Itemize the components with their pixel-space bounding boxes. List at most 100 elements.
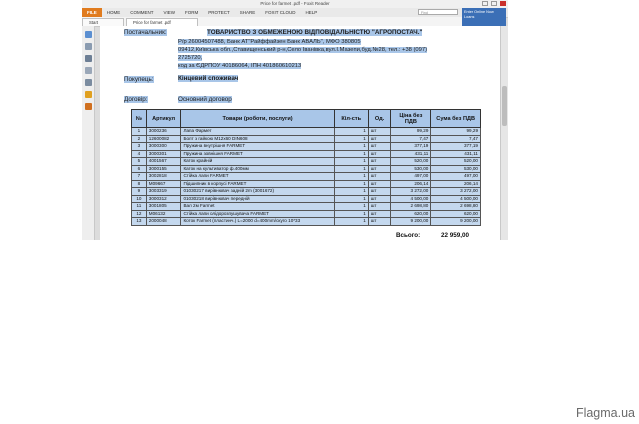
layers-icon[interactable]	[84, 55, 92, 62]
cell-article: M06132	[145, 209, 182, 218]
table-row: 7 3002818 Стійка лапи FARMET 1 шт 497,00 497,0…	[131, 172, 481, 181]
table-header-row: № Артикул Товари (роботи, послуги) Кіл-с…	[131, 109, 481, 128]
cell-quantity: 1	[333, 202, 369, 211]
cell-unit: шт	[367, 209, 392, 218]
cell-quantity: 1	[333, 164, 369, 173]
watermark: Flagma.ua	[575, 406, 635, 420]
cell-number: 9	[131, 187, 147, 196]
cell-number: 13	[131, 217, 147, 226]
promo-banner[interactable]: Enter Online Now Loans	[462, 8, 506, 26]
cell-article: 3000301	[145, 149, 182, 158]
cell-price: 431,11	[390, 149, 432, 158]
cell-article: 3003319	[145, 187, 182, 196]
cell-article: 3001805	[145, 202, 182, 211]
cell-number: 11	[131, 202, 147, 211]
cell-article: 3002818	[145, 172, 182, 181]
cell-number: 1	[131, 127, 147, 136]
cell-unit: шт	[367, 172, 392, 181]
cell-number: 4	[131, 149, 147, 158]
signature-icon[interactable]	[84, 103, 92, 110]
menu-protect[interactable]: PROTECT	[203, 10, 235, 15]
attachment-icon[interactable]	[84, 79, 92, 86]
col-article: Артикул	[145, 109, 182, 128]
menu-help[interactable]: HELP	[300, 10, 322, 15]
minimize-icon[interactable]	[482, 1, 488, 6]
cell-quantity: 1	[333, 142, 369, 151]
cell-goods: Каток крайній	[180, 157, 335, 166]
col-goods: Товари (роботи, послуги)	[180, 109, 335, 128]
table-row: 1 3000236 Лапа Фармет 1 шт 99,29 99,29	[131, 127, 481, 136]
pdf-page: Постачальник: ТОВАРИСТВО З ОБМЕЖЕНОЮ ВІД…	[100, 26, 500, 240]
cell-sum: 530,00	[430, 164, 481, 173]
supplier-label: Постачальник:	[124, 29, 167, 36]
cell-sum: 9 200,00	[430, 217, 481, 226]
cell-quantity: 1	[333, 187, 369, 196]
cell-quantity: 1	[333, 134, 369, 143]
cell-goods: Пружина зовнішня FARMET	[180, 149, 335, 158]
scrollbar-thumb[interactable]	[502, 86, 507, 126]
cell-article: 2000048	[145, 217, 182, 226]
close-icon[interactable]	[500, 1, 506, 6]
cell-price: 7,47	[390, 134, 432, 143]
cell-unit: шт	[367, 202, 392, 211]
supplier-codes: код за ЄДРПОУ 40186064, ІПН 401860610213	[178, 63, 302, 69]
buyer-value: Кінцевий споживач	[178, 75, 239, 82]
table-row: 2 12600082 Болт з гайкою М12х60 DIN608 1 шт 7…	[131, 134, 481, 143]
file-menu-button[interactable]: FILE	[82, 8, 102, 17]
table-body: 1 3000236 Лапа Фармет 1 шт 99,29 99,29 2 1260008…	[131, 127, 481, 226]
table-row: 11 3001805 Вал 2м Farmet 1 шт 2 698,80 2 698,8…	[131, 202, 481, 211]
menu-share[interactable]: SHARE	[235, 10, 261, 15]
cell-price: 9 200,00	[390, 217, 432, 226]
table-row: 10 3000312 01030218 вирівнювач передній 1 шт…	[131, 194, 481, 203]
cell-quantity: 1	[333, 157, 369, 166]
supplier-phone: 2725720,	[178, 55, 203, 61]
tab-price-document[interactable]: Price for farmet .pdf	[126, 18, 198, 26]
cell-article: 4001567	[145, 157, 182, 166]
menu-foxit-cloud[interactable]: FOXIT CLOUD	[260, 10, 300, 15]
supplier-name: ТОВАРИСТВО З ОБМЕЖЕНОЮ ВІДПОВІДАЛЬНІСТЮ …	[207, 29, 423, 36]
buyer-label: Покупець:	[124, 76, 154, 83]
cell-goods: 01030218 вирівнювач передній	[180, 194, 335, 203]
lock-icon[interactable]	[84, 91, 92, 98]
cell-quantity: 1	[333, 172, 369, 181]
pages-icon[interactable]	[84, 43, 92, 50]
table-row: 6 3000155 Каток на культиватор ф.400мм 1 шт 5…	[131, 164, 481, 173]
col-sum: Сума без ПДВ	[430, 109, 481, 128]
menu-comment[interactable]: COMMENT	[125, 10, 158, 15]
cell-unit: шт	[367, 187, 392, 196]
total-value: 22 959,00	[441, 232, 470, 239]
cell-unit: шт	[367, 179, 392, 188]
cell-article: 3000300	[145, 142, 182, 151]
navigation-sidebar	[82, 26, 95, 240]
cell-unit: шт	[367, 194, 392, 203]
bookmark-icon[interactable]	[84, 31, 92, 38]
search-input[interactable]: Find	[418, 9, 458, 15]
cell-goods: Коток Farmet (пластинч.) L=2000 d=400mm/…	[180, 217, 335, 226]
cell-sum: 377,19	[430, 142, 481, 151]
menu-form[interactable]: FORM	[180, 10, 203, 15]
invoice-table: № Артикул Товари (роботи, послуги) Кіл-с…	[131, 109, 481, 226]
cell-sum: 7,47	[430, 134, 481, 143]
cell-price: 520,00	[390, 157, 432, 166]
vertical-scrollbar[interactable]	[500, 26, 508, 240]
cell-quantity: 1	[333, 194, 369, 203]
cell-goods: 01030217 вирівнювач задній 2m (3001672)	[180, 187, 335, 196]
cell-unit: шт	[367, 142, 392, 151]
comments-icon[interactable]	[84, 67, 92, 74]
cell-sum: 99,29	[430, 127, 481, 136]
menu-home[interactable]: HOME	[102, 10, 126, 15]
cell-sum: 206,14	[430, 179, 481, 188]
cell-unit: шт	[367, 127, 392, 136]
menu-view[interactable]: VIEW	[159, 10, 181, 15]
maximize-icon[interactable]	[491, 1, 497, 6]
tab-start[interactable]: Start	[82, 18, 124, 26]
cell-article: M09667	[145, 179, 182, 188]
foxit-reader-window: Price for farmet .pdf - Foxit Reader FIL…	[82, 0, 508, 240]
cell-goods: Підшипник в корпусі FARMET	[180, 179, 335, 188]
table-row: 4 3000301 Пружина зовнішня FARMET 1 шт 431,11…	[131, 149, 481, 158]
cell-goods: Болт з гайкою М12х60 DIN608	[180, 134, 335, 143]
cell-sum: 2 698,80	[430, 202, 481, 211]
cell-price: 2 698,80	[390, 202, 432, 211]
cell-sum: 497,00	[430, 172, 481, 181]
cell-goods: Каток на культиватор ф.400мм	[180, 164, 335, 173]
